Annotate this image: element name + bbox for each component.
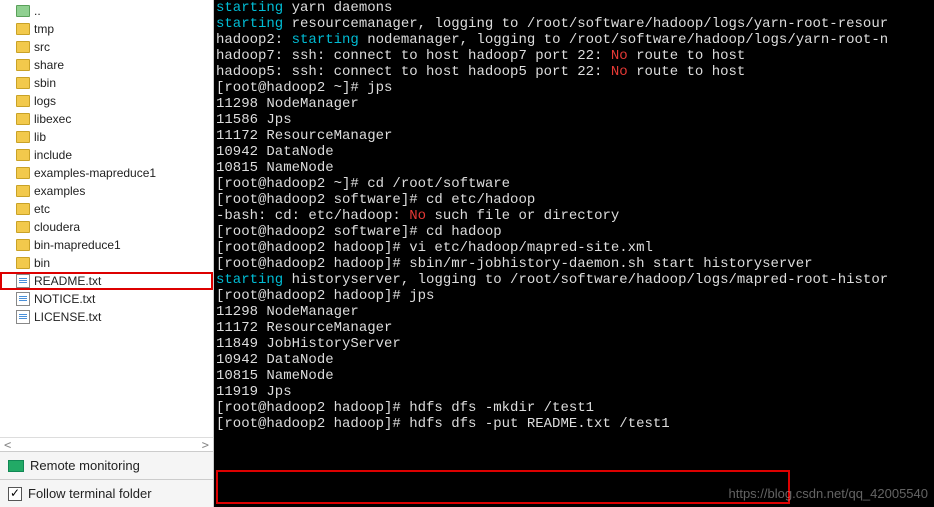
terminal-line: [root@hadoop2 hadoop]# vi etc/hadoop/map… xyxy=(216,240,932,256)
folder-icon xyxy=(16,59,30,71)
file-tree[interactable]: .. tmp src share sbin logs libexec lib include ex… xyxy=(0,0,213,437)
tree-item-bin[interactable]: bin xyxy=(0,254,213,272)
folder-icon xyxy=(16,41,30,53)
scroll-hint: <> xyxy=(0,437,213,451)
tree-item-label: bin xyxy=(34,256,50,270)
remote-monitoring-button[interactable]: Remote monitoring xyxy=(0,451,213,479)
tree-item-label: examples xyxy=(34,184,85,198)
tree-item-label: libexec xyxy=(34,112,71,126)
terminal-line: -bash: cd: etc/hadoop: No such file or d… xyxy=(216,208,932,224)
tree-item-label: etc xyxy=(34,202,50,216)
tree-item-lib[interactable]: lib xyxy=(0,128,213,146)
terminal-line: hadoop7: ssh: connect to host hadoop7 po… xyxy=(216,48,932,64)
tree-item-label: src xyxy=(34,40,50,54)
tree-item-libexec[interactable]: libexec xyxy=(0,110,213,128)
tree-item-logs[interactable]: logs xyxy=(0,92,213,110)
terminal-line: starting historyserver, logging to /root… xyxy=(216,272,932,288)
folder-icon xyxy=(16,113,30,125)
terminal-line: [root@hadoop2 hadoop]# jps xyxy=(216,288,932,304)
terminal-line: starting resourcemanager, logging to /ro… xyxy=(216,16,932,32)
terminal-line: [root@hadoop2 hadoop]# hdfs dfs -mkdir /… xyxy=(216,400,932,416)
folder-icon xyxy=(16,257,30,269)
terminal-line: 11172 ResourceManager xyxy=(216,128,932,144)
tree-item-label: share xyxy=(34,58,64,72)
tree-item-bin-mapreduce1[interactable]: bin-mapreduce1 xyxy=(0,236,213,254)
checkbox-checked-icon xyxy=(8,487,22,501)
tree-item-sbin[interactable]: sbin xyxy=(0,74,213,92)
tree-item-examples-mapreduce1[interactable]: examples-mapreduce1 xyxy=(0,164,213,182)
follow-terminal-label: Follow terminal folder xyxy=(28,486,152,501)
terminal-line: [root@hadoop2 software]# cd hadoop xyxy=(216,224,932,240)
terminal-line: [root@hadoop2 software]# cd etc/hadoop xyxy=(216,192,932,208)
tree-item-label: bin-mapreduce1 xyxy=(34,238,121,252)
terminal-line: 10815 NameNode xyxy=(216,160,932,176)
tree-item-label: NOTICE.txt xyxy=(34,292,95,306)
tree-item-label: LICENSE.txt xyxy=(34,310,101,324)
file-icon xyxy=(16,292,30,306)
file-icon xyxy=(16,274,30,288)
tree-item-include[interactable]: include xyxy=(0,146,213,164)
folder-icon xyxy=(16,221,30,233)
terminal-line: 11298 NodeManager xyxy=(216,304,932,320)
terminal-line: [root@hadoop2 ~]# cd /root/software xyxy=(216,176,932,192)
folder-icon xyxy=(16,239,30,251)
terminal-line: hadoop5: ssh: connect to host hadoop5 po… xyxy=(216,64,932,80)
terminal-line: 11919 Jps xyxy=(216,384,932,400)
tree-item-label: lib xyxy=(34,130,46,144)
file-tree-sidebar: .. tmp src share sbin logs libexec lib include ex… xyxy=(0,0,214,507)
folder-icon xyxy=(16,185,30,197)
terminal-line: 10815 NameNode xyxy=(216,368,932,384)
monitor-icon xyxy=(8,460,24,472)
tree-item-label: README.txt xyxy=(34,274,101,288)
tree-item-label: tmp xyxy=(34,22,54,36)
file-icon xyxy=(16,310,30,324)
terminal-line: 11586 Jps xyxy=(216,112,932,128)
folder-icon xyxy=(16,167,30,179)
tree-item-label: .. xyxy=(34,4,41,18)
folder-icon xyxy=(16,77,30,89)
tree-item-README-txt[interactable]: README.txt xyxy=(0,272,213,290)
tree-item-etc[interactable]: etc xyxy=(0,200,213,218)
tree-item-cloudera[interactable]: cloudera xyxy=(0,218,213,236)
terminal-line: hadoop2: starting nodemanager, logging t… xyxy=(216,32,932,48)
terminal-line: 11849 JobHistoryServer xyxy=(216,336,932,352)
folder-up-icon xyxy=(16,5,30,17)
folder-icon xyxy=(16,203,30,215)
terminal-line: starting yarn daemons xyxy=(216,0,932,16)
follow-terminal-toggle[interactable]: Follow terminal folder xyxy=(0,479,213,507)
tree-item-label: examples-mapreduce1 xyxy=(34,166,156,180)
tree-item---[interactable]: .. xyxy=(0,2,213,20)
terminal-line: [root@hadoop2 hadoop]# hdfs dfs -put REA… xyxy=(216,416,932,432)
tree-item-label: cloudera xyxy=(34,220,80,234)
tree-item-share[interactable]: share xyxy=(0,56,213,74)
tree-item-tmp[interactable]: tmp xyxy=(0,20,213,38)
folder-icon xyxy=(16,131,30,143)
terminal-line: 11298 NodeManager xyxy=(216,96,932,112)
folder-icon xyxy=(16,95,30,107)
terminal-line: 10942 DataNode xyxy=(216,144,932,160)
tree-item-src[interactable]: src xyxy=(0,38,213,56)
terminal-line: 11172 ResourceManager xyxy=(216,320,932,336)
folder-icon xyxy=(16,149,30,161)
tree-item-LICENSE-txt[interactable]: LICENSE.txt xyxy=(0,308,213,326)
tree-item-label: sbin xyxy=(34,76,56,90)
terminal-line: [root@hadoop2 ~]# jps xyxy=(216,80,932,96)
tree-item-label: include xyxy=(34,148,72,162)
tree-item-examples[interactable]: examples xyxy=(0,182,213,200)
remote-monitoring-label: Remote monitoring xyxy=(30,458,140,473)
terminal-output[interactable]: starting yarn daemonsstarting resourcema… xyxy=(214,0,934,507)
terminal-line: 10942 DataNode xyxy=(216,352,932,368)
folder-icon xyxy=(16,23,30,35)
terminal-line: [root@hadoop2 hadoop]# sbin/mr-jobhistor… xyxy=(216,256,932,272)
tree-item-NOTICE-txt[interactable]: NOTICE.txt xyxy=(0,290,213,308)
tree-item-label: logs xyxy=(34,94,56,108)
